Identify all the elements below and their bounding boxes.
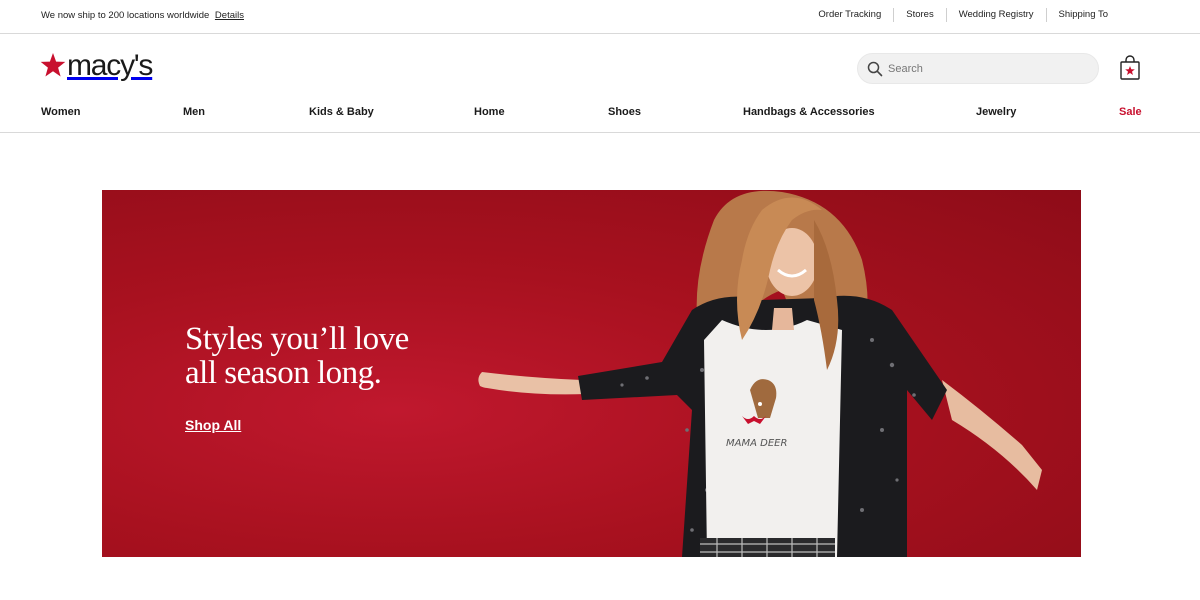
nav-divider [0, 132, 1200, 133]
nav-item-men[interactable]: Men [183, 106, 205, 118]
utility-bar: We now ship to 200 locations worldwide D… [0, 0, 1200, 34]
search-bar[interactable] [857, 53, 1099, 84]
hero-headline-line-1: Styles you’ll love [185, 321, 409, 357]
shipping-promo-text: We now ship to 200 locations worldwide [41, 10, 210, 21]
hero-banner[interactable]: MAMA DEER Styles you’ll love all season … [102, 190, 1081, 557]
shipping-promo: We now ship to 200 locations worldwide D… [41, 10, 244, 21]
search-icon [867, 61, 883, 77]
shirt-graphic-text: MAMA DEER [726, 438, 787, 449]
main-nav: Women Men Kids & Baby Home Shoes Handbag… [0, 106, 1200, 120]
shipping-to-link[interactable]: Shipping To [1045, 8, 1120, 22]
stores-link[interactable]: Stores [893, 8, 945, 22]
shop-all-link[interactable]: Shop All [185, 417, 241, 433]
macys-logo[interactable]: macy's [40, 49, 153, 82]
shopping-bag-icon[interactable] [1118, 55, 1142, 81]
nav-item-women[interactable]: Women [41, 106, 81, 118]
utility-links: Order Tracking Stores Wedding Registry S… [806, 8, 1120, 22]
nav-item-sale[interactable]: Sale [1119, 106, 1142, 118]
search-input[interactable] [888, 60, 1088, 78]
nav-item-shoes[interactable]: Shoes [608, 106, 641, 118]
brand-wordmark: macy's [67, 49, 153, 82]
hero-headline: Styles you’ll love all season long. [185, 322, 485, 390]
shipping-details-link[interactable]: Details [215, 10, 244, 21]
star-logo-icon [40, 53, 66, 77]
nav-item-kids-baby[interactable]: Kids & Baby [309, 106, 374, 118]
hero-headline-line-2: all season long. [185, 355, 382, 391]
nav-item-home[interactable]: Home [474, 106, 505, 118]
nav-item-handbags-accessories[interactable]: Handbags & Accessories [743, 106, 875, 118]
nav-item-jewelry[interactable]: Jewelry [976, 106, 1016, 118]
order-tracking-link[interactable]: Order Tracking [806, 8, 893, 22]
wedding-registry-link[interactable]: Wedding Registry [945, 8, 1046, 22]
